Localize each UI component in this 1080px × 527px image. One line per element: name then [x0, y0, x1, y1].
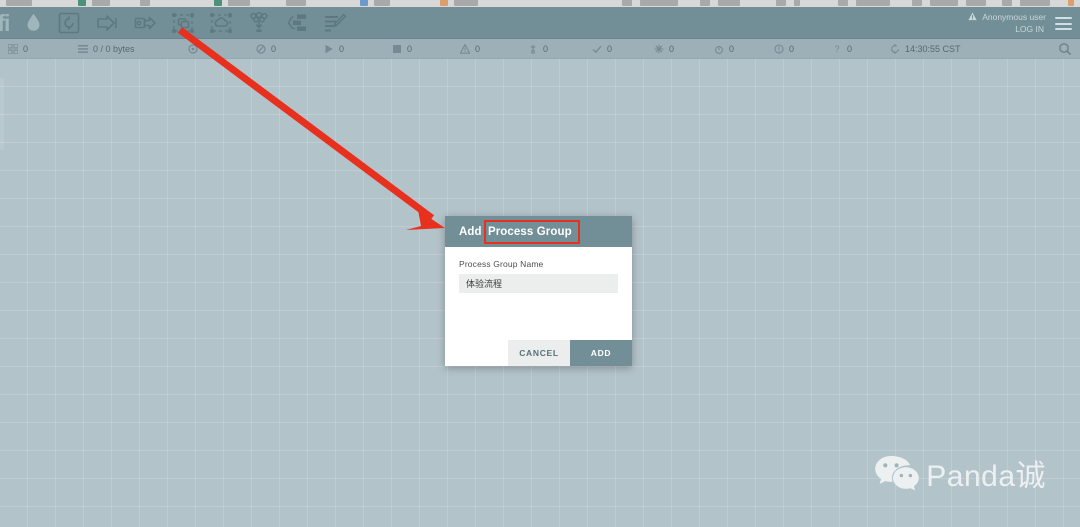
canvas-edge-marker	[0, 78, 4, 150]
status-locally-modified: 0	[646, 44, 706, 54]
warning-triangle-icon	[968, 12, 977, 21]
remote-process-group-icon	[210, 13, 232, 33]
funnel-icon	[250, 12, 268, 32]
status-running: 0	[316, 44, 384, 54]
add-button[interactable]: ADD	[570, 340, 632, 366]
status-value: 0	[271, 43, 277, 54]
process-group-icon	[172, 13, 194, 33]
dialog-title-highlighted: Process Group	[485, 225, 575, 239]
hamburger-bar	[1055, 17, 1072, 19]
processor-icon	[58, 12, 80, 34]
wechat-icon	[875, 456, 920, 491]
toolbar-item-output-port[interactable]	[132, 10, 158, 36]
toolbar-item-funnel[interactable]	[246, 10, 272, 36]
up-to-date-icon	[592, 44, 602, 54]
input-port-icon	[97, 15, 117, 31]
status-value: 0 / 0 bytes	[93, 43, 135, 54]
process-group-name-label: Process Group Name	[459, 259, 544, 269]
locally-modified-icon	[654, 44, 664, 54]
status-stopped: 0	[384, 44, 452, 54]
search-icon	[1059, 43, 1072, 56]
search-button[interactable]	[1058, 42, 1072, 56]
nifi-logo-text: ifi	[0, 10, 10, 36]
dialog-footer: CANCEL ADD	[445, 340, 632, 366]
status-disabled: 0	[520, 44, 584, 54]
status-value: 0	[475, 43, 481, 54]
status-value: 0	[407, 43, 413, 54]
status-last-refreshed: 14:30:55 CST	[882, 43, 1012, 54]
refresh-icon[interactable]	[890, 43, 900, 54]
nifi-header-bar: ifi	[0, 7, 1080, 39]
status-value: 0	[789, 43, 795, 54]
global-menu-button[interactable]	[1055, 17, 1072, 30]
queued-flowfiles-icon	[78, 44, 88, 54]
status-transmitting: 0	[180, 44, 248, 54]
process-group-name-input[interactable]	[459, 274, 618, 293]
status-invalid: 0	[452, 43, 520, 54]
browser-bookmarks-strip	[0, 0, 1080, 7]
status-value: 0	[339, 43, 345, 54]
status-locally-modified-stale: 0	[766, 44, 824, 54]
toolbar-item-input-port[interactable]	[94, 10, 120, 36]
status-value: 0	[543, 43, 549, 54]
status-value: 0	[23, 43, 29, 54]
hamburger-bar	[1055, 22, 1072, 25]
last-refreshed-time: 14:30:55 CST	[905, 43, 961, 54]
nifi-water-drop-icon	[27, 14, 40, 31]
toolbar-item-process-group[interactable]	[170, 10, 196, 36]
active-threads-icon	[8, 43, 18, 54]
not-transmitting-icon	[256, 43, 266, 54]
status-value: 0	[847, 43, 853, 54]
status-value: 0	[607, 43, 613, 54]
disabled-icon	[528, 44, 538, 54]
invalid-icon	[460, 43, 470, 54]
component-toolbar	[56, 7, 348, 39]
toolbar-item-processor[interactable]	[56, 10, 82, 36]
dialog-title-prefix: Add	[459, 225, 482, 238]
output-port-icon	[134, 16, 156, 30]
toolbar-item-label[interactable]	[322, 10, 348, 36]
label-icon	[325, 13, 347, 32]
dialog-header: Add Process Group	[445, 216, 632, 247]
running-icon	[324, 44, 334, 54]
current-user-label: Anonymous user	[982, 12, 1046, 22]
hamburger-bar	[1055, 28, 1072, 30]
status-not-transmitting: 0	[248, 44, 316, 54]
account-area: Anonymous user LOG IN	[968, 12, 1046, 34]
toolbar-item-remote-process-group[interactable]	[208, 10, 234, 36]
status-sync-failure: ? 0	[824, 44, 882, 54]
template-icon	[287, 14, 306, 31]
cancel-button[interactable]: CANCEL	[508, 340, 570, 366]
dialog-title: Add Process Group	[459, 226, 575, 238]
login-link[interactable]: LOG IN	[968, 24, 1044, 35]
status-value: 0	[729, 43, 735, 54]
transmitting-ports-icon	[188, 43, 198, 54]
status-stale: 0	[706, 44, 766, 54]
sync-failure-icon: ?	[832, 44, 842, 54]
svg-text:?: ?	[834, 44, 839, 54]
stopped-icon	[392, 44, 402, 54]
current-user: Anonymous user	[968, 12, 1046, 23]
locally-modified-stale-icon	[774, 43, 784, 54]
toolbar-item-template[interactable]	[284, 10, 310, 36]
nifi-logo: ifi	[0, 8, 46, 38]
flow-status-bar: 0 0 / 0 bytes 0 0 0 0 0 0 0 0 0 0 ? 0 14…	[0, 39, 1080, 59]
nifi-application-window: ifi	[0, 0, 1080, 527]
status-value: 0	[203, 43, 209, 54]
status-value: 0	[669, 43, 675, 54]
dialog-body: Process Group Name	[445, 247, 632, 340]
status-queued: 0 / 0 bytes	[70, 44, 180, 54]
watermark-text: Panda诚	[926, 460, 1046, 493]
status-active-threads: 0	[0, 43, 70, 54]
status-up-to-date: 0	[584, 44, 646, 54]
add-process-group-dialog: Add Process Group Process Group Name CAN…	[445, 216, 632, 366]
wechat-watermark: Panda诚	[874, 451, 1046, 495]
stale-icon	[714, 44, 724, 54]
